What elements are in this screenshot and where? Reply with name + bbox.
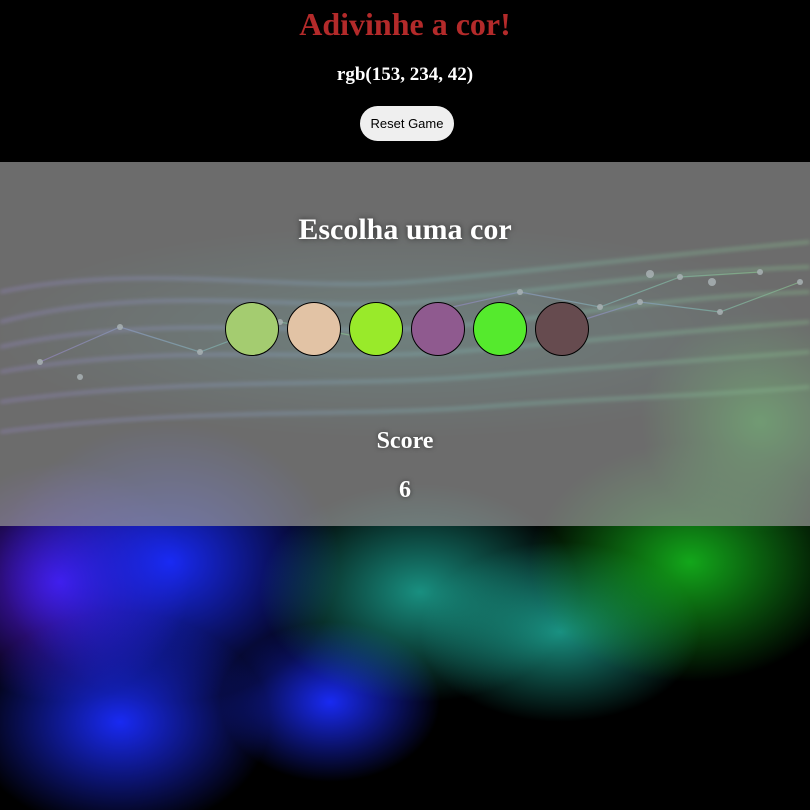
- color-swatch-3[interactable]: [349, 302, 403, 356]
- score-label: Score: [376, 428, 434, 454]
- color-swatch-6[interactable]: [535, 302, 589, 356]
- color-swatch-4[interactable]: [411, 302, 465, 356]
- reset-game-button[interactable]: Reset Game: [360, 106, 454, 141]
- color-swatch-2[interactable]: [287, 302, 341, 356]
- color-swatch-1[interactable]: [225, 302, 279, 356]
- color-swatch-5[interactable]: [473, 302, 527, 356]
- score-value: 6: [399, 477, 411, 503]
- header: Adivinhe a cor! rgb(153, 234, 42) Reset …: [0, 0, 810, 162]
- rgb-target-display: rgb(153, 234, 42): [336, 64, 474, 85]
- color-swatch-row: [225, 302, 589, 356]
- choose-color-prompt: Escolha uma cor: [298, 213, 512, 246]
- page-title: Adivinhe a cor!: [299, 6, 511, 42]
- game-panel: Escolha uma cor Score 6: [0, 162, 810, 526]
